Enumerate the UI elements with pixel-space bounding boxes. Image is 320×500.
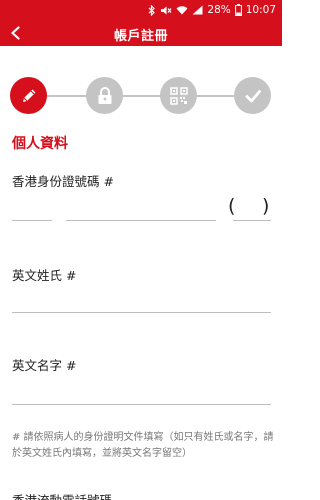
step-connector (122, 95, 162, 97)
step-connector (196, 95, 236, 97)
page-title: 帳戶註冊 (113, 29, 168, 44)
hkid-open-paren: ( (228, 195, 236, 217)
bluetooth-icon (148, 4, 156, 16)
step-connector (46, 95, 88, 97)
check-icon (245, 89, 261, 102)
status-bar: 28% 10:07 (0, 0, 282, 20)
status-icons: 28% 10:07 (148, 3, 276, 17)
step-qr-code (160, 77, 197, 114)
registration-stepper (0, 77, 282, 115)
surname-label: 英文姓氏 # (12, 268, 77, 283)
hkid-letter-input[interactable] (12, 220, 52, 221)
app-bar: 帳戶註冊 (0, 20, 282, 46)
wifi-icon (176, 5, 188, 15)
hkid-number-input[interactable] (66, 220, 216, 221)
name-hint-text: # 請依照病人的身份證明文件填寫（如只有姓氏或名字，請於英文姓氏內填寫，並將英文… (12, 432, 274, 459)
section-title: 個人資料 (12, 136, 68, 152)
surname-input[interactable] (12, 312, 271, 313)
battery-percent: 28% (207, 4, 231, 16)
mute-icon (160, 5, 172, 16)
given-name-input[interactable] (12, 404, 271, 405)
signal-icon (192, 5, 203, 15)
step-complete (234, 77, 271, 114)
battery-icon (234, 4, 242, 16)
step-security (86, 77, 123, 114)
lock-icon (98, 86, 111, 104)
step-personal-info (10, 77, 47, 114)
clock: 10:07 (245, 4, 276, 16)
hkid-label: 香港身份證號碼 # (12, 174, 114, 189)
mobile-label: 香港流動電話號碼 (12, 490, 112, 500)
pencil-icon (22, 89, 35, 102)
hkid-check-digit-input[interactable] (233, 220, 271, 221)
qr-code-icon (169, 86, 188, 105)
hkid-close-paren: ) (262, 195, 270, 217)
given-name-label: 英文名字 # (12, 358, 77, 373)
